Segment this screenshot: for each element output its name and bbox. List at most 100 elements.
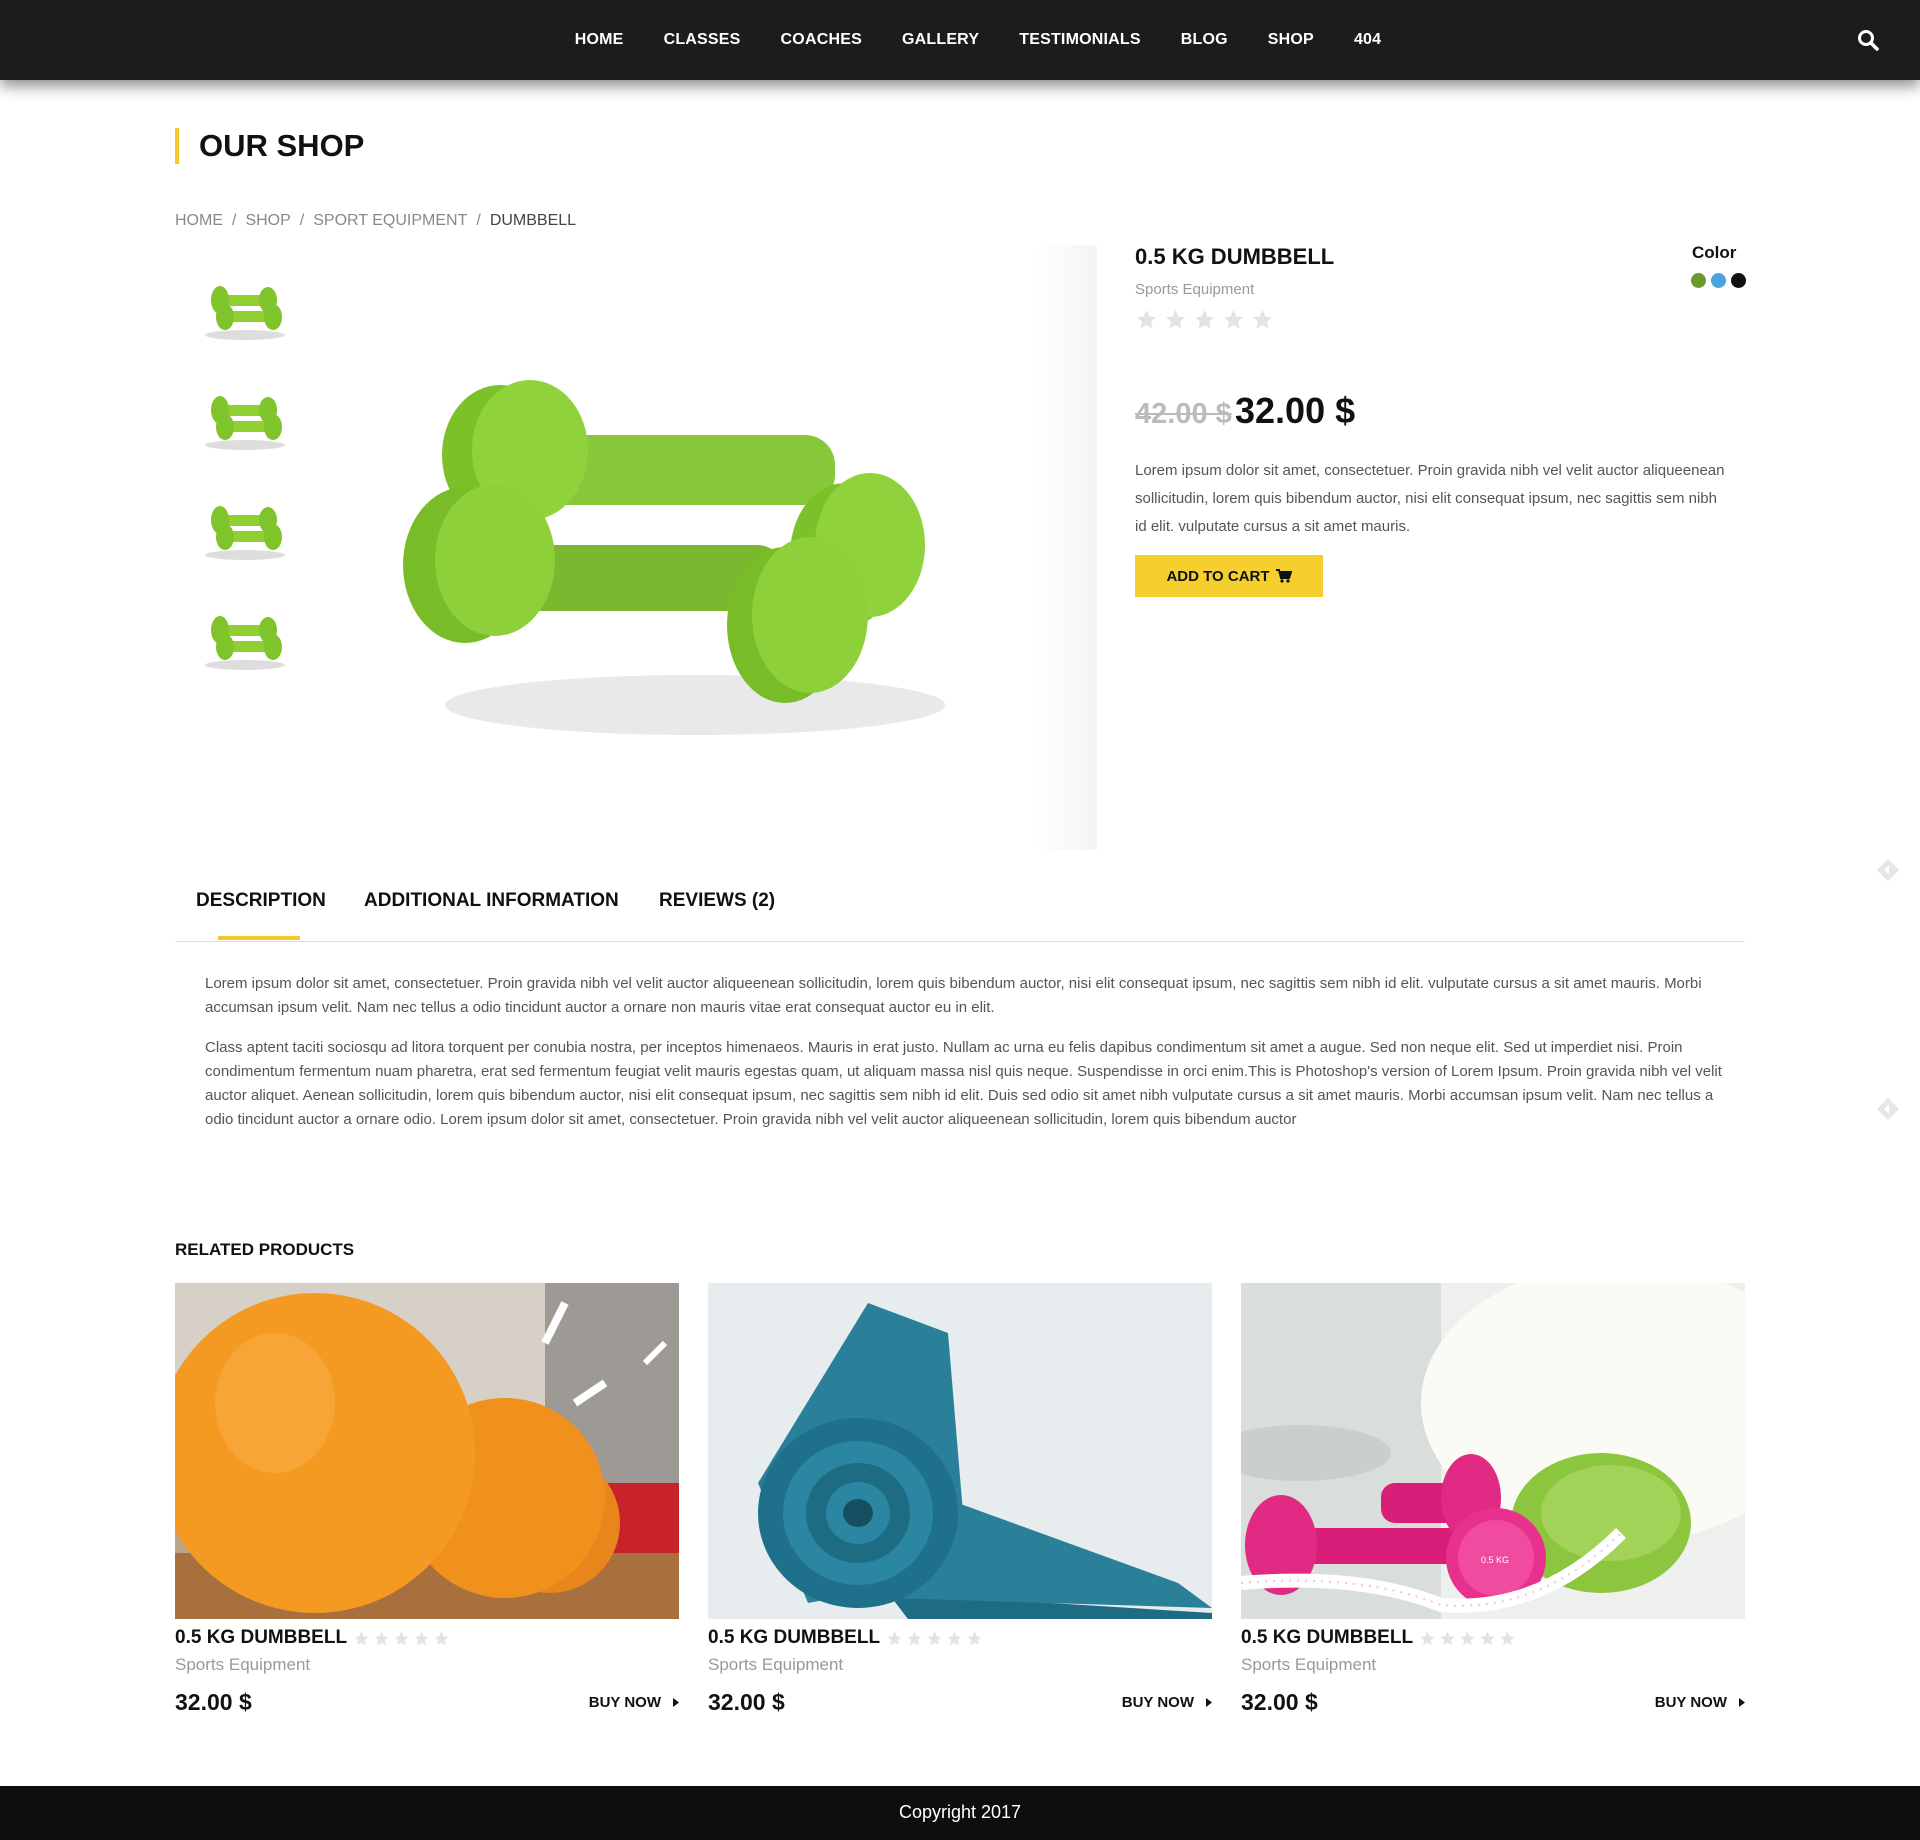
star-icon: [967, 1631, 982, 1646]
breadcrumb-separator: /: [299, 212, 305, 229]
star-icon[interactable]: [1251, 308, 1274, 331]
star-icon[interactable]: [1164, 308, 1187, 331]
breadcrumb-home[interactable]: HOME: [175, 212, 223, 230]
product-thumbnail[interactable]: [195, 595, 295, 685]
related-product-image[interactable]: [175, 1283, 679, 1619]
related-product-category: Sports Equipment: [708, 1655, 844, 1674]
add-to-cart-label: ADD TO CART: [1166, 567, 1270, 585]
blue-yoga-mat-image: [708, 1283, 1212, 1619]
floating-tag-icon[interactable]: [1873, 855, 1903, 885]
star-icon: [434, 1631, 449, 1646]
star-icon[interactable]: [1193, 308, 1216, 331]
green-dumbbell-image: [403, 380, 945, 735]
star-icon: [947, 1631, 962, 1646]
top-navigation: HOME CLASSES COACHES GALLERY TESTIMONIAL…: [0, 0, 1920, 80]
related-product-category: Sports Equipment: [1241, 1655, 1377, 1674]
related-product-image[interactable]: [708, 1283, 1212, 1619]
buy-now-label: BUY NOW: [1121, 1694, 1194, 1711]
star-icon[interactable]: [1222, 308, 1245, 331]
breadcrumb: HOME / SHOP / SPORT EQUIPMENT / DUMBBELL: [175, 212, 576, 230]
description-paragraph: Lorem ipsum dolor sit amet, consectetuer…: [205, 975, 1702, 1016]
star-icon: [1420, 1631, 1435, 1646]
color-swatch-green[interactable]: [1691, 273, 1706, 288]
add-to-cart-button[interactable]: ADD TO CART: [1135, 555, 1323, 597]
product-tabs: DESCRIPTION ADDITIONAL INFORMATION REVIE…: [175, 890, 1745, 942]
breadcrumb-separator: /: [232, 212, 237, 229]
old-price: 42.00 $: [1135, 398, 1232, 430]
breadcrumb-shop[interactable]: SHOP: [245, 212, 290, 230]
color-swatch-black[interactable]: [1731, 273, 1746, 288]
product-short-description: Lorem ipsum dolor sit amet, consectetuer…: [1135, 462, 1725, 535]
nav-item-gallery[interactable]: GALLERY: [902, 31, 979, 49]
related-product-name[interactable]: 0.5 KG DUMBBELL: [708, 1627, 880, 1649]
page-title: OUR SHOP: [175, 128, 364, 164]
caret-right-icon: [1739, 1698, 1745, 1707]
search-icon[interactable]: [1856, 28, 1880, 52]
thumbnail-gallery: [175, 245, 315, 690]
star-icon: [907, 1631, 922, 1646]
star-icon[interactable]: [1135, 308, 1158, 331]
related-product-price: 32.00 $: [708, 1689, 785, 1715]
nav-item-home[interactable]: HOME: [575, 31, 624, 49]
star-icon: [1500, 1631, 1515, 1646]
related-product-price: 32.00 $: [1241, 1689, 1318, 1715]
related-product-name[interactable]: 0.5 KG DUMBBELL: [1241, 1627, 1413, 1649]
related-product-name[interactable]: 0.5 KG DUMBBELL: [175, 1627, 347, 1649]
pink-dumbbells-image: 0.5 KG: [1241, 1283, 1745, 1619]
tab-reviews[interactable]: REVIEWS (2): [659, 890, 775, 912]
tab-description-content: Lorem ipsum dolor sit amet, consectetuer…: [205, 972, 1725, 1132]
nav-item-blog[interactable]: BLOG: [1181, 31, 1228, 49]
star-icon: [1480, 1631, 1495, 1646]
floating-tag-icon[interactable]: [1873, 1094, 1903, 1124]
related-product-rating: [886, 1630, 983, 1647]
buy-now-label: BUY NOW: [588, 1694, 661, 1711]
star-icon: [374, 1631, 389, 1646]
dumbbell-weight-label: 0.5 KG: [1481, 1555, 1509, 1565]
product-main-image: [315, 245, 1097, 850]
buy-now-button[interactable]: BUY NOW: [1655, 1694, 1745, 1711]
star-icon: [394, 1631, 409, 1646]
caret-right-icon: [1206, 1698, 1212, 1707]
related-product-category: Sports Equipment: [175, 1655, 311, 1674]
related-product-card: 0.5 KG DUMBBELL Sports Equipment 32.00 $…: [175, 1283, 679, 1723]
related-product-rating: [353, 1630, 450, 1647]
current-price: 32.00 $: [1235, 390, 1356, 431]
star-icon: [354, 1631, 369, 1646]
color-label: Color: [1692, 243, 1737, 262]
breadcrumb-sport-equipment[interactable]: SPORT EQUIPMENT: [313, 212, 467, 230]
related-product-image[interactable]: 0.5 KG: [1241, 1283, 1745, 1619]
tab-additional-information[interactable]: ADDITIONAL INFORMATION: [364, 890, 619, 912]
nav-item-404[interactable]: 404: [1354, 31, 1381, 49]
orange-medicine-balls-image: [175, 1283, 679, 1619]
product-category: Sports Equipment: [1135, 281, 1255, 298]
tab-description[interactable]: DESCRIPTION: [196, 890, 326, 912]
description-paragraph: Class aptent taciti sociosqu ad litora t…: [205, 1039, 1722, 1128]
related-product-card: 0.5 KG 0.5 KG DUMBBELL Sports Equipment …: [1241, 1283, 1745, 1723]
nav-item-coaches[interactable]: COACHES: [781, 31, 862, 49]
buy-now-button[interactable]: BUY NOW: [589, 1694, 679, 1711]
product-rating[interactable]: [1135, 308, 1274, 331]
product-title: 0.5 KG DUMBBELL: [1135, 244, 1335, 269]
related-product-price: 32.00 $: [175, 1689, 252, 1715]
related-product-card: 0.5 KG DUMBBELL Sports Equipment 32.00 $…: [708, 1283, 1212, 1723]
breadcrumb-current: DUMBBELL: [489, 212, 577, 229]
product-thumbnail[interactable]: [195, 265, 295, 355]
nav-menu: HOME CLASSES COACHES GALLERY TESTIMONIAL…: [0, 0, 1920, 80]
caret-right-icon: [673, 1698, 679, 1707]
footer: Copyright 2017: [0, 1786, 1920, 1840]
cart-icon: [1275, 569, 1292, 583]
nav-item-testimonials[interactable]: TESTIMONIALS: [1019, 31, 1141, 49]
buy-now-button[interactable]: BUY NOW: [1122, 1694, 1212, 1711]
related-product-rating: [1419, 1630, 1516, 1647]
color-swatches: [1691, 273, 1746, 288]
product-thumbnail[interactable]: [195, 375, 295, 465]
active-tab-indicator: [218, 936, 300, 940]
nav-item-classes[interactable]: CLASSES: [664, 31, 741, 49]
star-icon: [927, 1631, 942, 1646]
star-icon: [1460, 1631, 1475, 1646]
product-thumbnail[interactable]: [195, 485, 295, 575]
color-swatch-blue[interactable]: [1711, 273, 1726, 288]
breadcrumb-separator: /: [476, 212, 481, 229]
nav-item-shop[interactable]: SHOP: [1268, 31, 1314, 49]
star-icon: [887, 1631, 902, 1646]
